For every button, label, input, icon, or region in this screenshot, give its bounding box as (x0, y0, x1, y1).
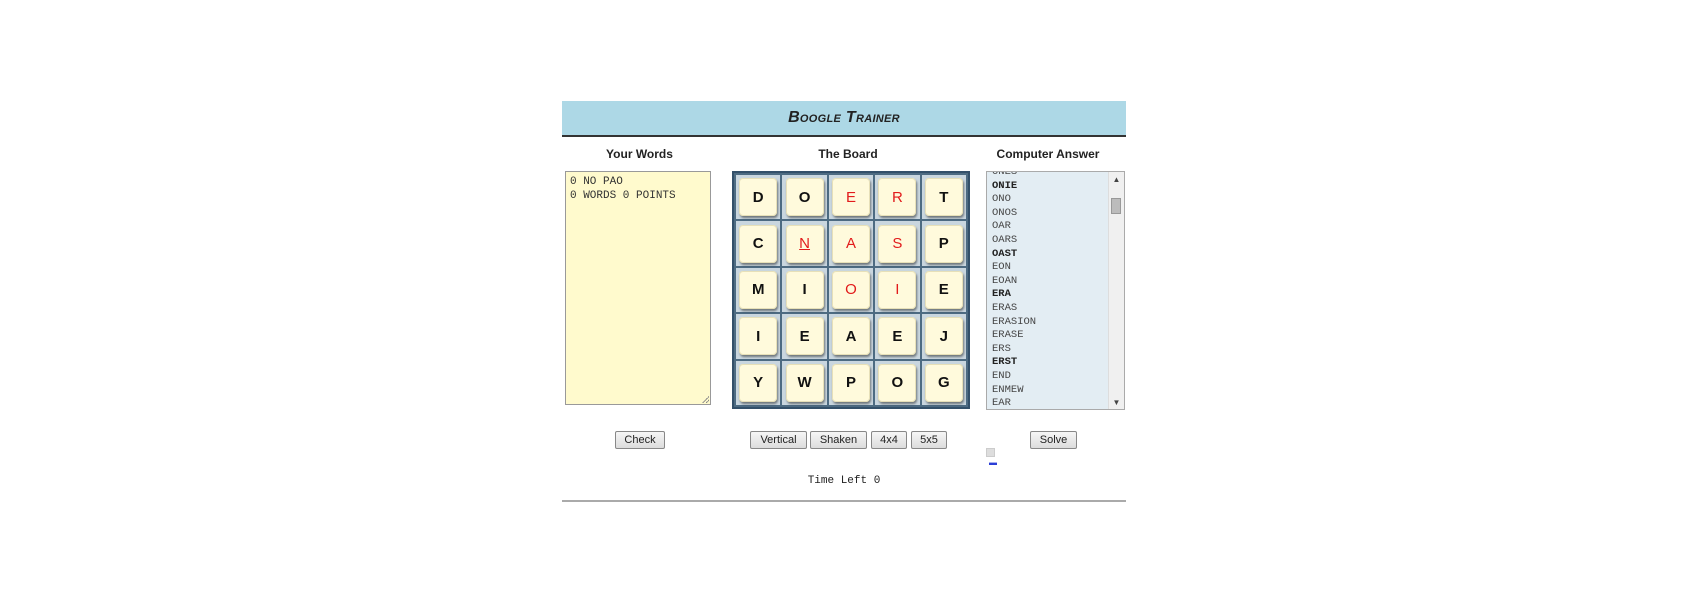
board-cell: G (921, 360, 966, 405)
computer-word-item: EON (992, 261, 1011, 274)
letter-tile[interactable]: D (739, 178, 778, 217)
letter-tile[interactable]: C (739, 224, 778, 263)
computer-word-item: ERS (992, 342, 1011, 355)
letter-tile[interactable]: G (924, 363, 963, 402)
board-cell: N (782, 221, 827, 266)
board-cell: P (921, 221, 966, 266)
letter-tile[interactable]: Y (739, 363, 778, 402)
solve-button[interactable]: Solve (1030, 431, 1077, 449)
letter-tile[interactable]: A (831, 317, 870, 356)
board-cell: J (921, 314, 966, 359)
time-left-status: Time Left 0 (807, 475, 881, 487)
computer-word-item: ONO (992, 193, 1011, 206)
letter-tile[interactable]: E (785, 317, 824, 356)
letter-tile[interactable]: A (831, 224, 870, 263)
computer-answer-list[interactable]: ONES ONIE ONO ONOS OAR OARS OAST EON EOAN ERA ERAS… (986, 171, 1125, 410)
letter-tile[interactable]: P (831, 363, 870, 402)
board-cell: I (782, 267, 827, 313)
computer-word-item: ONIE (992, 179, 1018, 192)
computer-word-item: EAR (992, 397, 1011, 410)
computer-word-item: ENMEW (992, 383, 1024, 396)
check-button[interactable]: Check (615, 431, 665, 449)
computer-word-item: END (992, 369, 1011, 382)
board-cell: E (782, 314, 827, 359)
board-cell: P (828, 360, 874, 405)
computer-word-item: EOAN (992, 274, 1018, 287)
computer-word-item: OAR (992, 220, 1011, 233)
board-cell: A (828, 314, 874, 359)
board-cell: O (875, 360, 920, 405)
letter-tile[interactable]: O (831, 270, 870, 309)
letter-tile[interactable]: P (924, 224, 963, 263)
scroll-thumb[interactable] (1111, 198, 1121, 214)
letter-tile[interactable]: T (924, 178, 963, 217)
board-cell: C (736, 221, 781, 266)
board-cell: M (736, 267, 781, 313)
letter-tile[interactable]: E (831, 178, 870, 217)
computer-word-item: ONES (992, 171, 1018, 178)
board-cell: E (921, 267, 966, 313)
computer-word-item: OAST (992, 247, 1018, 260)
header-bar: Boogle Trainer (562, 101, 1126, 137)
shaken-button[interactable]: Shaken (810, 431, 867, 449)
computer-word-item: ERASION (992, 315, 1037, 328)
letter-tile[interactable]: O (878, 363, 917, 402)
letter-tile[interactable]: E (924, 270, 963, 309)
letter-tile[interactable]: I (739, 317, 778, 356)
board-cell: E (875, 314, 920, 359)
resize-grip-icon[interactable] (702, 396, 709, 403)
board-cell: I (736, 314, 781, 359)
board-cell: T (921, 175, 966, 220)
boggle-trainer-app: Boogle Trainer Your Words The Board Comp… (562, 101, 1126, 502)
scroll-down-icon[interactable]: ▼ (1109, 395, 1124, 409)
board-heading: The Board (818, 147, 878, 161)
letter-tile[interactable]: S (878, 224, 917, 263)
size-4x4-button[interactable]: 4x4 (871, 431, 907, 449)
board-cell: O (828, 267, 874, 313)
size-5x5-button[interactable]: 5x5 (911, 431, 947, 449)
broken-image-icon (986, 448, 995, 457)
computer-word-item: ERA (992, 288, 1011, 301)
board-cell: D (736, 175, 781, 220)
letter-tile[interactable]: I (785, 270, 824, 309)
list-scrollbar[interactable]: ▲ ▼ (1108, 172, 1124, 409)
computer-word-item: OARS (992, 233, 1018, 246)
letter-tile[interactable]: N (785, 224, 824, 263)
letter-tile[interactable]: R (878, 178, 917, 217)
board-cell: W (782, 360, 827, 405)
computer-word-item: ERST (992, 356, 1018, 369)
board-cell: S (875, 221, 920, 266)
your-words-line: 0 WORDS 0 POINTS (570, 190, 676, 202)
small-link-icon[interactable]: ▬ (989, 459, 997, 467)
computer-word-item: ERAS (992, 301, 1018, 314)
board-cell: A (828, 221, 874, 266)
scroll-up-icon[interactable]: ▲ (1109, 172, 1124, 186)
board-cell: R (875, 175, 920, 220)
letter-tile[interactable]: M (739, 270, 778, 309)
your-words-textarea[interactable]: 0 NO PAO 0 WORDS 0 POINTS (565, 171, 711, 405)
letter-tile[interactable]: W (785, 363, 824, 402)
letter-tile[interactable]: J (924, 317, 963, 356)
computer-word-item: ERASE (992, 329, 1024, 342)
letter-tile[interactable]: E (878, 317, 917, 356)
boggle-board: DOERTCNASPMIOIEIEAEJYWPOG (732, 171, 970, 409)
page-title: Boogle Trainer (788, 109, 900, 126)
vertical-button[interactable]: Vertical (750, 431, 807, 449)
board-cell: I (875, 267, 920, 313)
board-cell: E (828, 175, 874, 220)
computer-answer-heading: Computer Answer (996, 147, 1100, 161)
computer-word-list: ONES ONIE ONO ONOS OAR OARS OAST EON EOAN ERA ERAS… (992, 171, 1108, 410)
board-cell: Y (736, 360, 781, 405)
computer-word-item: ONOS (992, 206, 1018, 219)
letter-tile[interactable]: O (785, 178, 824, 217)
board-cell: O (782, 175, 827, 220)
your-words-heading: Your Words (606, 147, 673, 161)
bottom-divider (562, 500, 1126, 502)
your-words-line: 0 NO PAO (570, 176, 623, 188)
letter-tile[interactable]: I (878, 270, 917, 309)
